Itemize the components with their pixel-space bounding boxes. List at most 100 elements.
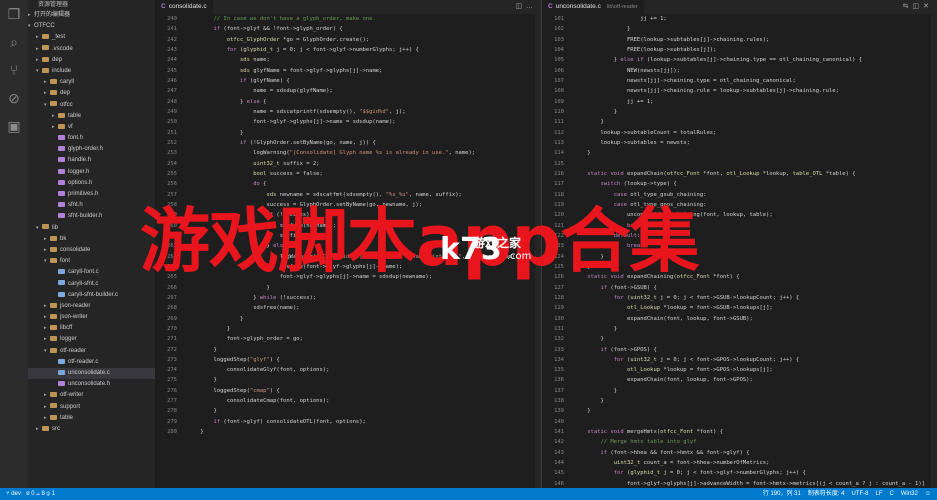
tab-unconsolidate[interactable]: C unconsolidate.c lib\otf-reader bbox=[542, 0, 644, 14]
code-line[interactable]: 280 } bbox=[155, 427, 541, 437]
code-line[interactable]: 269 } bbox=[155, 314, 541, 324]
code-line[interactable]: 268 sdsfree(name); bbox=[155, 303, 541, 313]
tree-file[interactable]: caryll-font.c bbox=[28, 267, 155, 278]
tree-file[interactable]: sfnt-builder.h bbox=[28, 211, 155, 222]
code-line[interactable]: 139 } bbox=[542, 406, 937, 416]
code-line[interactable]: 129 otl_Lookup *lookup = font->GSUB->loo… bbox=[542, 303, 937, 313]
tree-file[interactable]: unconsolidate.c bbox=[28, 368, 155, 380]
code-line[interactable]: 241 if (font->glyf && !font->glyph_order… bbox=[155, 24, 541, 34]
code-line[interactable]: 110 } bbox=[542, 107, 937, 117]
code-line[interactable]: 240 // In case we don't have a glyph_ord… bbox=[155, 14, 541, 24]
branch-name[interactable]: dev bbox=[11, 491, 21, 497]
code-line[interactable]: 135 otl_Lookup *lookup = font->GPOS->loo… bbox=[542, 365, 937, 375]
tree-file[interactable]: primitives.h bbox=[28, 189, 155, 200]
tree-file[interactable]: font.h bbox=[28, 133, 155, 144]
code-line[interactable]: 242 otfcc_GlyphOrder *go = GlyphOrder.cr… bbox=[155, 35, 541, 45]
tab-size[interactable]: 制表符长度: 4 bbox=[808, 488, 845, 500]
code-line[interactable]: 112 lookup->subtableCount = totalRules; bbox=[542, 128, 937, 138]
code-line[interactable]: 134 for (uint32_t j = 0; j < font->GPOS-… bbox=[542, 355, 937, 365]
code-line[interactable]: 248 } else { bbox=[155, 97, 541, 107]
tree-folder[interactable]: ▸ otf-writer bbox=[28, 390, 155, 401]
tree-folder[interactable]: ▾ otfcc bbox=[28, 100, 155, 111]
right-scrollbar[interactable] bbox=[931, 14, 937, 488]
code-line[interactable]: 270 } bbox=[155, 324, 541, 334]
tree-folder[interactable]: ▸ table bbox=[28, 413, 155, 424]
left-editor-actions[interactable]: ◫… bbox=[515, 0, 537, 14]
tree-folder[interactable]: ▸ json-reader bbox=[28, 301, 155, 312]
close-icon[interactable]: ✕ bbox=[923, 3, 933, 10]
code-line[interactable]: 251 } bbox=[155, 128, 541, 138]
code-line[interactable]: 108 newsts[jj]->chaining.rule = lookup->… bbox=[542, 86, 937, 96]
open-editors-section[interactable]: ▸ 打开的编辑器 bbox=[28, 10, 155, 21]
code-line[interactable]: 114 } bbox=[542, 148, 937, 158]
code-line[interactable]: 106 NEW(newsts[jj]); bbox=[542, 66, 937, 76]
tree-folder[interactable]: ▸ bk bbox=[28, 234, 155, 245]
code-line[interactable]: 104 FREE(lookup->subtables[j]); bbox=[542, 45, 937, 55]
code-line[interactable]: 116 static void expandChain(otfcc_Font *… bbox=[542, 169, 937, 179]
code-line[interactable]: 250 font->glyf->glyphs[j]->name = sdsdup… bbox=[155, 117, 541, 127]
code-line[interactable]: 252 if (!GlyphOrder.setByName(go, name, … bbox=[155, 138, 541, 148]
tree-file[interactable]: options.h bbox=[28, 178, 155, 189]
extensions-icon[interactable]: ▣ bbox=[0, 112, 28, 140]
code-line[interactable]: 137 } bbox=[542, 386, 937, 396]
code-line[interactable]: 131 } bbox=[542, 324, 937, 334]
code-line[interactable]: 272 } bbox=[155, 345, 541, 355]
code-line[interactable]: 132 } bbox=[542, 334, 937, 344]
code-line[interactable]: 109 jj += 1; bbox=[542, 97, 937, 107]
compare-icon[interactable]: ⇆ bbox=[903, 3, 913, 10]
code-line[interactable]: 254 uint32_t suffix = 2; bbox=[155, 159, 541, 169]
platform[interactable]: Win32 bbox=[901, 488, 918, 500]
code-line[interactable]: 140 bbox=[542, 417, 937, 427]
code-line[interactable]: 103 FREE(lookup->subtables[j]->chaining.… bbox=[542, 35, 937, 45]
code-line[interactable]: 133 if (font->GPOS) { bbox=[542, 345, 937, 355]
code-line[interactable]: 255 bool success = false; bbox=[155, 169, 541, 179]
tree-folder[interactable]: ▸ dep bbox=[28, 55, 155, 66]
tree-folder[interactable]: ▾ lib bbox=[28, 223, 155, 234]
tree-folder[interactable]: ▸ libcff bbox=[28, 323, 155, 334]
tree-folder[interactable]: ▸ support bbox=[28, 402, 155, 413]
encoding[interactable]: UTF-8 bbox=[851, 488, 868, 500]
code-line[interactable]: 271 font->glyph_order = go; bbox=[155, 334, 541, 344]
tree-folder[interactable]: ▾ otf-reader bbox=[28, 346, 155, 357]
tree-folder[interactable]: ▸ vf bbox=[28, 122, 155, 133]
code-line[interactable]: 247 name = sdsdup(glyfName); bbox=[155, 86, 541, 96]
code-line[interactable]: 277 consolidateCmap(font, options); bbox=[155, 396, 541, 406]
tree-folder[interactable]: ▸ src bbox=[28, 424, 155, 435]
tab-consolidate[interactable]: C consolidate.c bbox=[155, 0, 213, 14]
tree-file[interactable]: unconsolidate.h bbox=[28, 379, 155, 390]
code-line[interactable]: 136 expandChain(font, lookup, font->GPOS… bbox=[542, 375, 937, 385]
tree-file[interactable]: handle.h bbox=[28, 155, 155, 166]
split-editor-icon[interactable]: ◫ bbox=[515, 3, 526, 10]
search-icon[interactable]: ⌕ bbox=[0, 28, 28, 56]
code-line[interactable]: 144 uint32_t count_a = font->hhea->numbe… bbox=[542, 458, 937, 468]
files-icon[interactable]: ❐ bbox=[0, 0, 28, 28]
code-line[interactable]: 105 } else if (lookup->subtables[j]->cha… bbox=[542, 55, 937, 65]
language-mode[interactable]: C bbox=[890, 488, 894, 500]
code-line[interactable]: 279 if (font->glyf) consolidateOTL(font,… bbox=[155, 417, 541, 427]
code-line[interactable]: 115 bbox=[542, 159, 937, 169]
tree-folder[interactable]: ▸ caryll bbox=[28, 77, 155, 88]
tree-folder[interactable]: ▸ _test bbox=[28, 32, 155, 43]
tree-file[interactable]: glyph-order.h bbox=[28, 144, 155, 155]
code-line[interactable]: 275 } bbox=[155, 375, 541, 385]
tree-file[interactable]: caryll-sfnt.c bbox=[28, 279, 155, 290]
code-line[interactable]: 249 name = sdscatprintf(sdsempty(), "$$g… bbox=[155, 107, 541, 117]
tree-file[interactable]: caryll-sfnt-builder.c bbox=[28, 290, 155, 301]
code-line[interactable]: 274 consolidateGlyf(font, options); bbox=[155, 365, 541, 375]
source-control-icon[interactable]: ⑂ bbox=[0, 56, 28, 84]
code-line[interactable]: 138 } bbox=[542, 396, 937, 406]
project-section[interactable]: ▾ OTFCC bbox=[28, 21, 155, 32]
split-editor-icon[interactable]: ◫ bbox=[913, 3, 924, 10]
eol[interactable]: LF bbox=[875, 488, 882, 500]
code-line[interactable]: 141 static void mergeHmtx(otfcc_Font *fo… bbox=[542, 427, 937, 437]
code-line[interactable]: 244 sds name; bbox=[155, 55, 541, 65]
debug-icon[interactable]: ⊘ bbox=[0, 84, 28, 112]
tree-folder[interactable]: ▸ dep bbox=[28, 88, 155, 99]
tree-folder[interactable]: ▸ table bbox=[28, 111, 155, 122]
code-line[interactable]: 107 newsts[jj]->chaining.type = otl_chai… bbox=[542, 76, 937, 86]
code-line[interactable]: 243 for (glyphid_t j = 0; j < font->glyf… bbox=[155, 45, 541, 55]
tree-folder[interactable]: ▸ json-writer bbox=[28, 312, 155, 323]
code-line[interactable]: 278 } bbox=[155, 406, 541, 416]
tree-folder[interactable]: ▸ logger bbox=[28, 334, 155, 345]
code-line[interactable]: 102 } bbox=[542, 24, 937, 34]
